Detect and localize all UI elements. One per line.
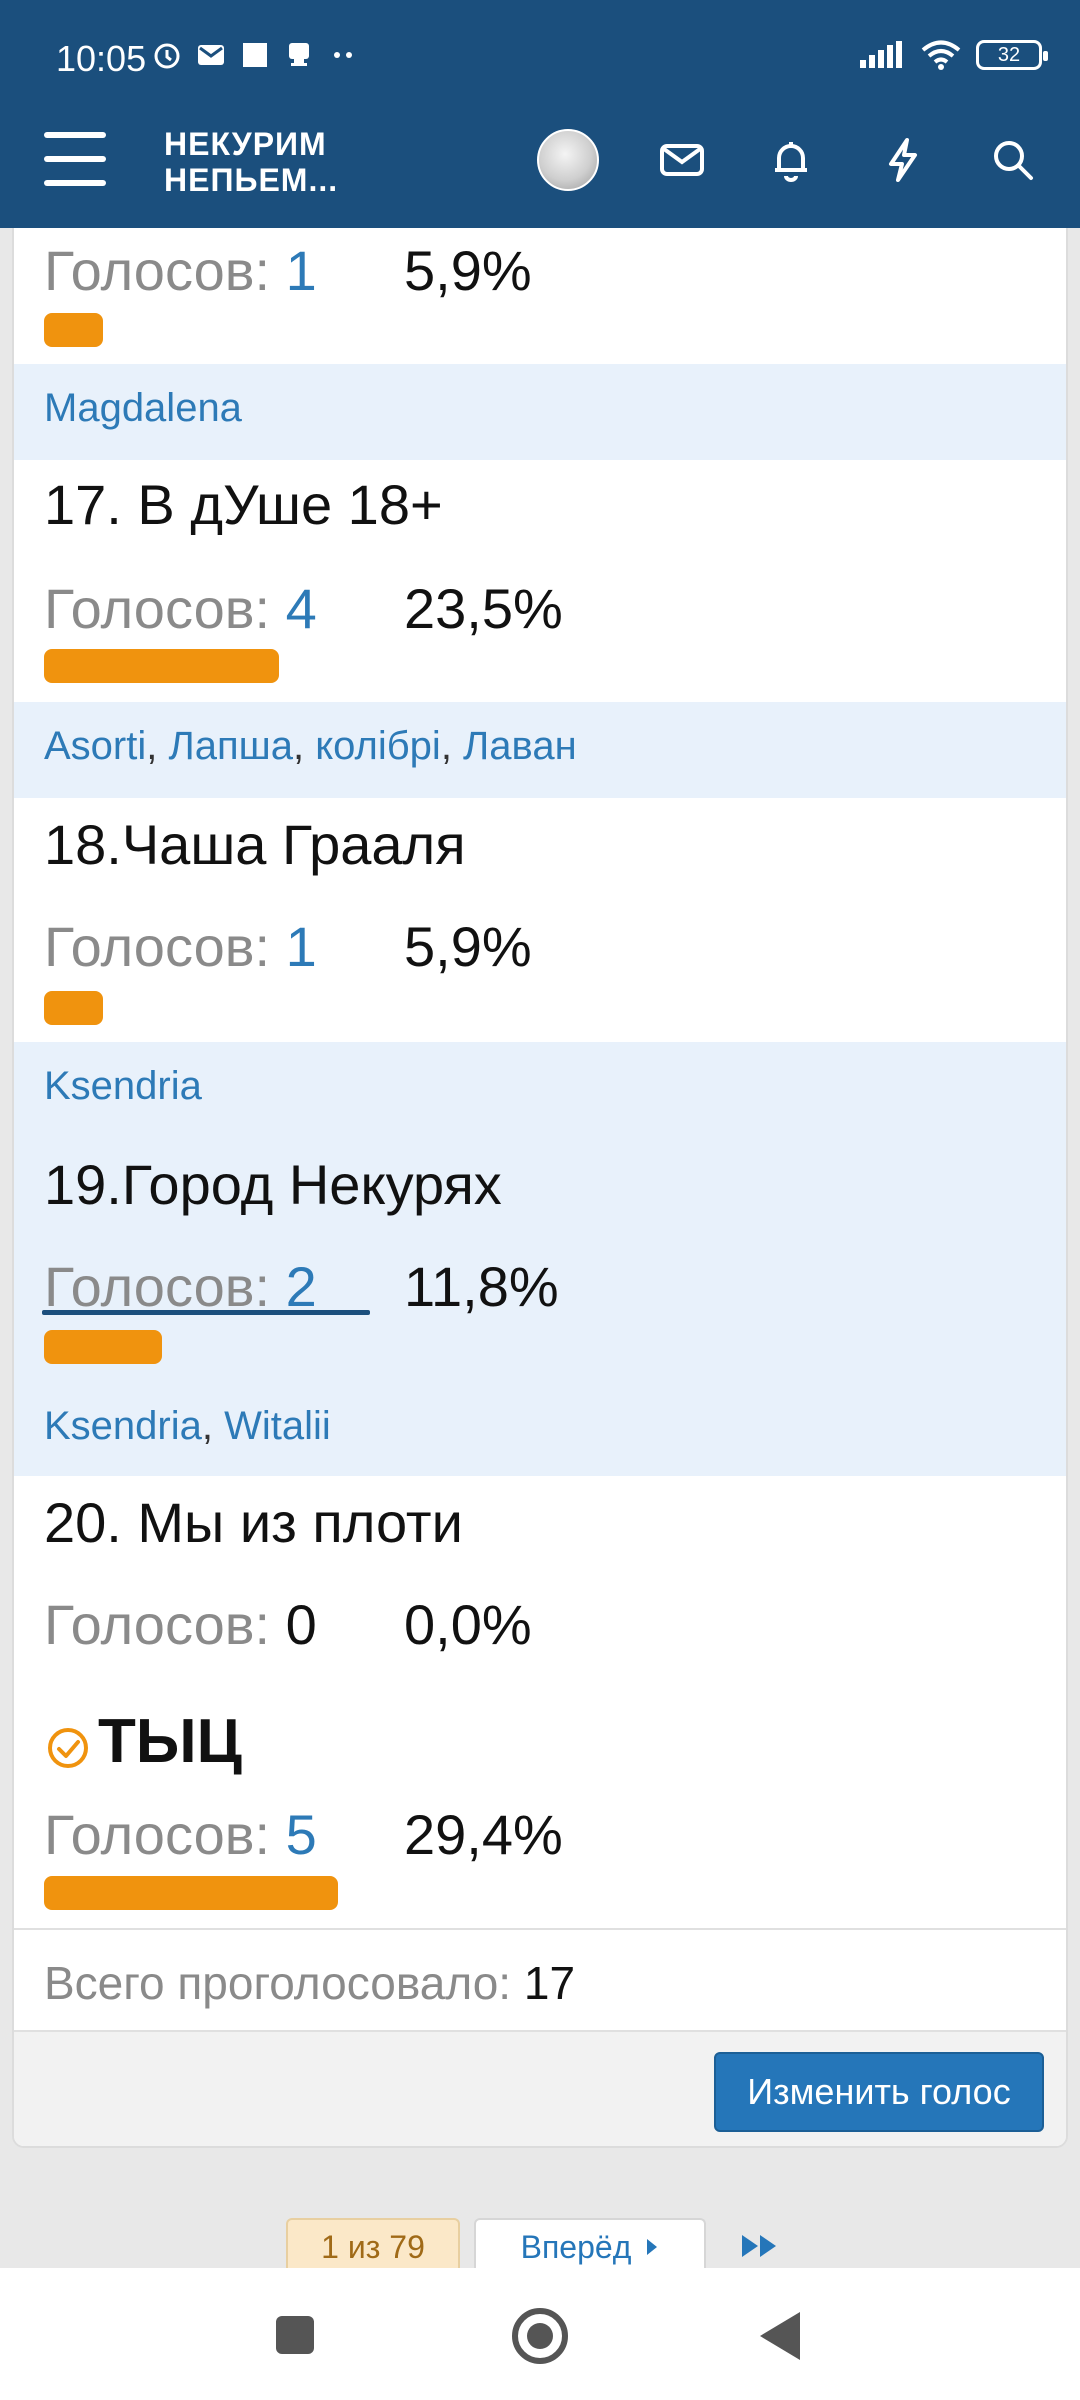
option-title-18: 18.Чаша Грааля (44, 813, 466, 876)
vote-bar-tyc (44, 1876, 338, 1910)
site-logo[interactable]: НЕКУРИМ НЕПЬЕМ... (164, 126, 338, 198)
vote-percent-20: 0,0% (404, 1593, 532, 1656)
vote-percent-18: 5,9% (404, 915, 532, 978)
square-icon (240, 40, 270, 70)
votes-line-20: Голосов: 0 (44, 1593, 317, 1656)
back-button[interactable] (760, 2312, 800, 2360)
vote-count-19[interactable]: 2 (286, 1255, 317, 1318)
vote-percent-17: 23,5% (404, 577, 563, 640)
status-bar: 10:05 32 (0, 0, 1080, 120)
top-header: 10:05 32 НЕКУРИМ НЕПЬЕМ... (0, 0, 1080, 228)
status-time: 10:05 (56, 38, 147, 79)
voter-link[interactable]: Ksendria (44, 1064, 202, 1108)
votes-line-18: Голосов: 1 (44, 915, 317, 978)
vote-count-16[interactable]: 1 (286, 239, 317, 302)
option-title-17: 17. В дУше 18+ (44, 473, 443, 536)
vote-percent-19: 11,8% (404, 1255, 559, 1318)
more-dots-icon (328, 40, 358, 70)
notification-icon (284, 40, 314, 70)
voter-link[interactable]: Ksendria (44, 1404, 202, 1448)
focus-underline (42, 1310, 370, 1315)
votes-line-16: Голосов: 1 (44, 239, 317, 302)
vote-bar-18 (44, 991, 103, 1025)
caret-right-icon (647, 2239, 658, 2255)
voter-link[interactable]: Лапша (168, 724, 293, 768)
option-title-19: 19.Город Некурях (44, 1153, 502, 1216)
mail-icon (196, 40, 226, 70)
voters-list-17: Asorti, Лапша, колібрі, Лаван (14, 702, 1066, 798)
lightning-icon[interactable] (876, 133, 930, 187)
home-button[interactable] (512, 2308, 568, 2364)
vote-percent-tyc: 29,4% (404, 1803, 563, 1866)
wifi-icon (920, 40, 962, 70)
avatar[interactable] (537, 129, 599, 191)
vote-bar-16 (44, 313, 103, 347)
page-current[interactable]: 1 из 79 (286, 2218, 460, 2274)
vote-count-20: 0 (285, 1593, 317, 1656)
votes-line-17: Голосов: 4 (44, 577, 317, 640)
search-icon[interactable] (986, 133, 1040, 187)
logo-line-1: НЕКУРИМ (164, 126, 327, 162)
vote-bar-17 (44, 649, 279, 683)
vote-bar-19 (44, 1330, 162, 1364)
voter-link[interactable]: Witalii (224, 1404, 331, 1448)
vote-count-17[interactable]: 4 (286, 577, 317, 640)
voter-link[interactable]: Magdalena (44, 386, 242, 430)
system-nav-bar (0, 2268, 1080, 2400)
voted-check-icon (48, 1728, 88, 1768)
votes-line-tyc: Голосов: 5 (44, 1803, 317, 1866)
page-last-button[interactable] (730, 2218, 790, 2274)
voter-link[interactable]: Лаван (463, 724, 577, 768)
vote-count-tyc[interactable]: 5 (286, 1803, 317, 1866)
signal-icon (858, 40, 906, 70)
change-vote-button[interactable]: Изменить голос (714, 2052, 1044, 2132)
vote-count-18[interactable]: 1 (286, 915, 317, 978)
voter-link[interactable]: колібрі (315, 724, 441, 768)
poll-results-panel: Голосов: 1 5,9% Magdalena 17. В дУше 18+… (12, 228, 1068, 2148)
fast-forward-icon (742, 2235, 776, 2257)
poll-footer: Изменить голос (14, 2032, 1066, 2146)
alarm-icon (152, 40, 182, 70)
option-title-tyc: ТЫЦ (98, 1707, 242, 1776)
page-next-button[interactable]: Вперёд (474, 2218, 706, 2274)
logo-line-2: НЕПЬЕМ... (164, 162, 339, 198)
total-votes-value: 17 (523, 1957, 576, 2009)
menu-button[interactable] (44, 132, 106, 186)
recent-apps-button[interactable] (276, 2316, 314, 2354)
battery-icon: 32 (976, 40, 1048, 70)
page-next-label: Вперёд (520, 2228, 632, 2265)
voters-list-16: Magdalena (14, 364, 1066, 460)
voter-link[interactable]: Asorti (44, 724, 146, 768)
total-votes: Всего проголосовало: 17 (44, 1957, 576, 2009)
total-votes-row: Всего проголосовало: 17 (14, 1928, 1066, 2032)
inbox-icon[interactable] (655, 133, 709, 187)
vote-percent-16: 5,9% (404, 239, 532, 302)
option-title-20: 20. Мы из плоти (44, 1491, 463, 1554)
bell-icon[interactable] (764, 133, 818, 187)
